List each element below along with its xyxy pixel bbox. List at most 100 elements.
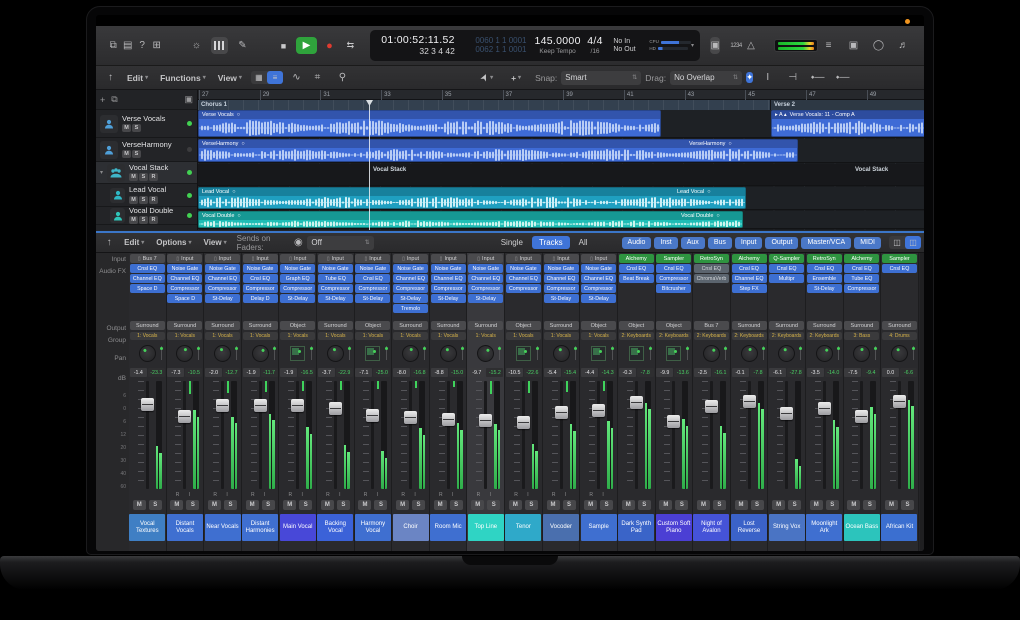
fx-slot[interactable]: Noise Gate: [355, 264, 390, 273]
mute-button[interactable]: M: [772, 500, 785, 510]
record-input-buttons[interactable]: R I: [176, 491, 194, 499]
group-slot[interactable]: 1: Vocals: [355, 332, 390, 340]
pan-side-slider[interactable]: [800, 346, 801, 360]
fx-slot[interactable]: Compressor: [468, 284, 503, 293]
input-slot[interactable]: ▯Input: [431, 254, 466, 263]
input-slot[interactable]: ▯Input: [581, 254, 616, 263]
channel-name[interactable]: Top Line: [468, 514, 504, 541]
output-slot[interactable]: Surround: [807, 321, 842, 330]
back-icon[interactable]: ↑: [102, 69, 119, 86]
channel-name[interactable]: Distant Harmonies: [242, 514, 278, 541]
peak-db-value[interactable]: -12.7: [223, 368, 240, 377]
fader-cap[interactable]: [254, 399, 267, 412]
mixer-menu-view[interactable]: View▾: [204, 238, 227, 247]
fader-cap[interactable]: [404, 411, 417, 424]
peak-db-value[interactable]: -6.6: [900, 368, 917, 377]
lcd-display[interactable]: 01:00:52:11.52 32 3 4 42 0060 1 1 0001 0…: [370, 30, 700, 61]
peak-db-value[interactable]: -22.9: [336, 368, 353, 377]
solo-button[interactable]: S: [262, 500, 275, 510]
pan-side-slider[interactable]: [462, 346, 463, 360]
group-slot[interactable]: 3: Bass: [844, 332, 879, 340]
fader-db-value[interactable]: -6.1: [769, 368, 786, 377]
output-slot[interactable]: Surround: [393, 321, 428, 330]
input-slot[interactable]: Q-Sampler: [769, 254, 804, 263]
mute-button[interactable]: M: [434, 500, 447, 510]
audio-region[interactable]: Verse Vocals○: [198, 110, 661, 137]
fx-slot[interactable]: Noise Gate: [243, 264, 278, 273]
narrow-channel-view-icon[interactable]: ◫: [889, 236, 905, 249]
mute-button[interactable]: M: [471, 500, 484, 510]
pan-knob[interactable]: [212, 343, 233, 364]
peak-db-value[interactable]: -14.3: [599, 368, 616, 377]
mute-button[interactable]: M: [246, 500, 259, 510]
input-slot[interactable]: ▯Input: [280, 254, 315, 263]
track-lane[interactable]: Vocal StackVocal Stack: [198, 164, 924, 186]
list-view-icon[interactable]: ≡: [267, 71, 283, 84]
zoom-slider-v[interactable]: ⬩—: [809, 69, 826, 86]
drag-dropdown[interactable]: No Overlap⇅: [670, 71, 742, 85]
fader-cap[interactable]: [592, 404, 605, 417]
channel-name[interactable]: Tenor: [505, 514, 541, 541]
power-icon[interactable]: ◉: [291, 234, 305, 251]
fx-slot[interactable]: Compressor: [280, 284, 315, 293]
bar-ruler[interactable]: 272931333537394143454749: [198, 90, 924, 100]
fader-db-value[interactable]: -1.4: [130, 368, 147, 377]
group-slot[interactable]: 2: Keyboards: [807, 332, 842, 340]
fader-cap[interactable]: [216, 399, 229, 412]
peak-db-value[interactable]: -13.6: [674, 368, 691, 377]
record-input-buttons[interactable]: R I: [514, 491, 532, 499]
grid-view-icon[interactable]: ▦: [251, 71, 267, 84]
channel-name[interactable]: Moonlight Ark: [806, 514, 842, 541]
fx-slot[interactable]: Compressor: [167, 284, 202, 293]
fader-db-value[interactable]: -9.9: [656, 368, 673, 377]
fader-cap[interactable]: [780, 407, 793, 420]
solo-button[interactable]: S: [450, 500, 463, 510]
pointer-tool[interactable]: ➤▾: [481, 72, 493, 83]
fx-slot[interactable]: St-Delay: [581, 294, 616, 303]
track-r-button[interactable]: R: [149, 196, 158, 204]
fx-slot[interactable]: Noise Gate: [431, 264, 466, 273]
channel-name[interactable]: Vocal Textures: [129, 514, 165, 541]
pan-side-slider[interactable]: [311, 346, 312, 360]
connect-icon[interactable]: ▤: [122, 37, 132, 54]
record-input-buttons[interactable]: R I: [477, 491, 495, 499]
fader-cap[interactable]: [442, 413, 455, 426]
peak-db-value[interactable]: -9.4: [862, 368, 879, 377]
fx-slot[interactable]: Compressor: [844, 284, 879, 293]
pan-knob[interactable]: [325, 343, 346, 364]
mixer-filter-output[interactable]: Output: [765, 237, 798, 249]
flex-icon[interactable]: ⌗: [309, 69, 326, 86]
peak-db-value[interactable]: -27.8: [787, 368, 804, 377]
group-slot[interactable]: 2: Keyboards: [694, 332, 729, 340]
fx-slot[interactable]: Cnsl EQ: [844, 264, 879, 273]
mixer-filter-input[interactable]: Input: [735, 237, 763, 249]
output-slot[interactable]: Surround: [130, 321, 165, 330]
pan-side-slider[interactable]: [650, 346, 651, 360]
channel-name[interactable]: Room Mic: [430, 514, 466, 541]
peak-db-value[interactable]: -16.5: [298, 368, 315, 377]
mute-button[interactable]: M: [697, 500, 710, 510]
fx-slot[interactable]: St-Delay: [280, 294, 315, 303]
add-tracks-icon[interactable]: ⊞: [151, 37, 161, 54]
pan-knob[interactable]: [438, 343, 459, 364]
fader-db-value[interactable]: -8.0: [393, 368, 410, 377]
fx-slot[interactable]: Compressor: [656, 274, 691, 283]
track-s-button[interactable]: S: [139, 173, 148, 181]
fx-slot[interactable]: Noise Gate: [506, 264, 541, 273]
solo-button[interactable]: S: [149, 500, 162, 510]
pan-knob[interactable]: [852, 344, 871, 363]
fx-slot[interactable]: Tube EQ: [318, 274, 353, 283]
track-lane[interactable]: Vocal Double○Vocal Double○: [198, 211, 924, 229]
track-alternatives-icon[interactable]: ⚲: [334, 69, 351, 86]
sends-dropdown[interactable]: Off⇅: [307, 236, 373, 250]
fx-slot[interactable]: ChromaVerb: [694, 274, 729, 283]
fx-slot[interactable]: Noise Gate: [318, 264, 353, 273]
track-m-button[interactable]: M: [122, 124, 131, 132]
object-pan-pad[interactable]: [290, 346, 305, 361]
fader-db-value[interactable]: -0.3: [619, 368, 636, 377]
fader-db-value[interactable]: -7.5: [844, 368, 861, 377]
browsers-icon[interactable]: ▣: [845, 37, 862, 54]
group-slot[interactable]: 2: Keyboards: [656, 332, 691, 340]
mixer-filter-mastervca[interactable]: Master/VCA: [801, 237, 851, 249]
metronome-icon[interactable]: △: [746, 37, 756, 54]
